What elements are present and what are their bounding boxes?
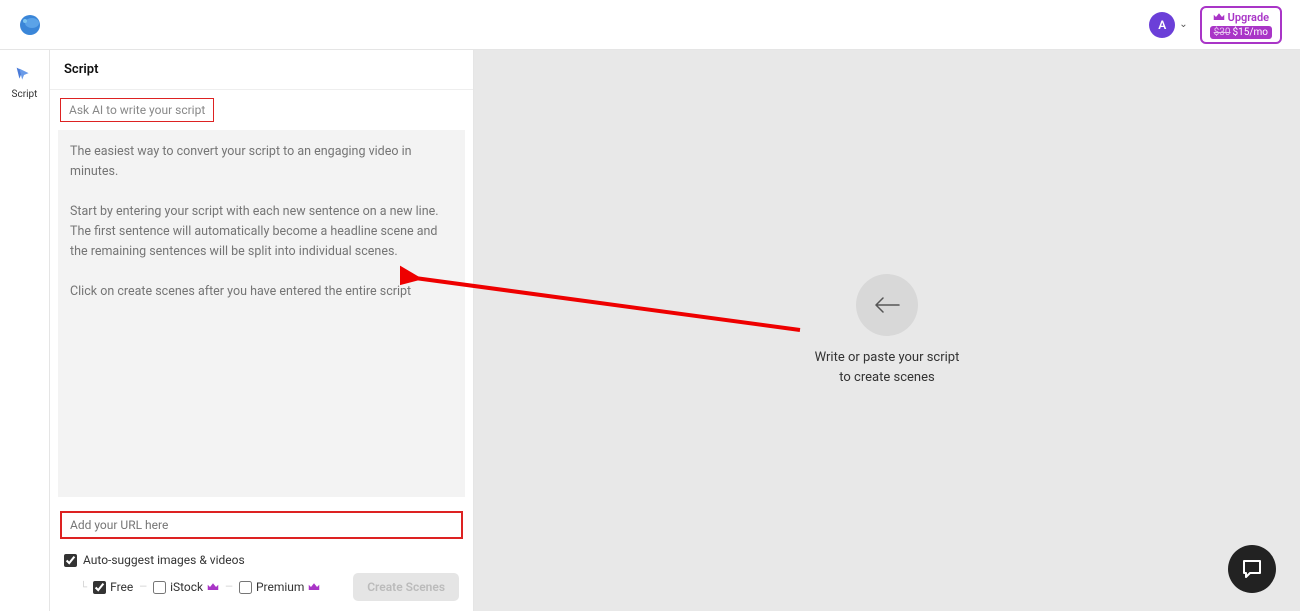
upgrade-label: Upgrade	[1228, 11, 1269, 24]
chevron-down-icon: ⌄	[1179, 19, 1187, 30]
script-icon	[13, 64, 35, 86]
preview-empty-line1: Write or paste your script	[815, 348, 960, 368]
panel-title: Script	[50, 50, 473, 90]
crown-icon	[207, 581, 219, 593]
preview-empty-line2: to create scenes	[815, 368, 960, 388]
top-header: A ⌄ Upgrade $30$15/mo	[0, 0, 1300, 50]
upgrade-old-price: $30	[1214, 27, 1231, 38]
source-istock-label: iStock	[170, 580, 203, 594]
preview-area: Write or paste your script to create sce…	[474, 50, 1300, 611]
avatar: A	[1149, 12, 1175, 38]
sidebar-item-script[interactable]: Script	[12, 64, 38, 100]
user-menu[interactable]: A ⌄	[1149, 12, 1187, 38]
create-scenes-button[interactable]: Create Scenes	[353, 573, 459, 601]
source-free-checkbox[interactable]	[93, 581, 106, 594]
script-textarea[interactable]	[58, 130, 465, 497]
tree-connector: └	[80, 582, 87, 593]
main-layout: Script Script Ask AI to write your scrip…	[0, 50, 1300, 611]
app-logo[interactable]	[18, 13, 42, 37]
left-sidebar: Script	[0, 50, 50, 611]
arrow-left-circle	[856, 274, 918, 336]
chat-fab[interactable]	[1228, 545, 1276, 593]
source-free-label: Free	[110, 580, 133, 594]
script-panel: Script Ask AI to write your script Auto-…	[50, 50, 474, 611]
auto-suggest-checkbox[interactable]	[64, 554, 77, 567]
sources-row: └ Free — iStock — Premium Create Scenes	[50, 571, 473, 611]
upgrade-button[interactable]: Upgrade $30$15/mo	[1200, 6, 1282, 44]
ask-ai-button[interactable]: Ask AI to write your script	[60, 98, 214, 122]
preview-empty-state: Write or paste your script to create sce…	[815, 274, 960, 387]
chat-icon	[1240, 557, 1264, 581]
source-istock-checkbox[interactable]	[153, 581, 166, 594]
auto-suggest-row: Auto-suggest images & videos	[50, 545, 473, 571]
auto-suggest-label: Auto-suggest images & videos	[83, 553, 245, 567]
source-premium-checkbox[interactable]	[239, 581, 252, 594]
upgrade-new-price: $15/mo	[1233, 27, 1268, 38]
crown-icon	[308, 581, 320, 593]
crown-icon	[1213, 11, 1225, 23]
source-premium-label: Premium	[256, 580, 304, 594]
sidebar-script-label: Script	[12, 89, 38, 100]
arrow-left-icon	[874, 296, 900, 314]
url-input[interactable]	[60, 511, 463, 539]
